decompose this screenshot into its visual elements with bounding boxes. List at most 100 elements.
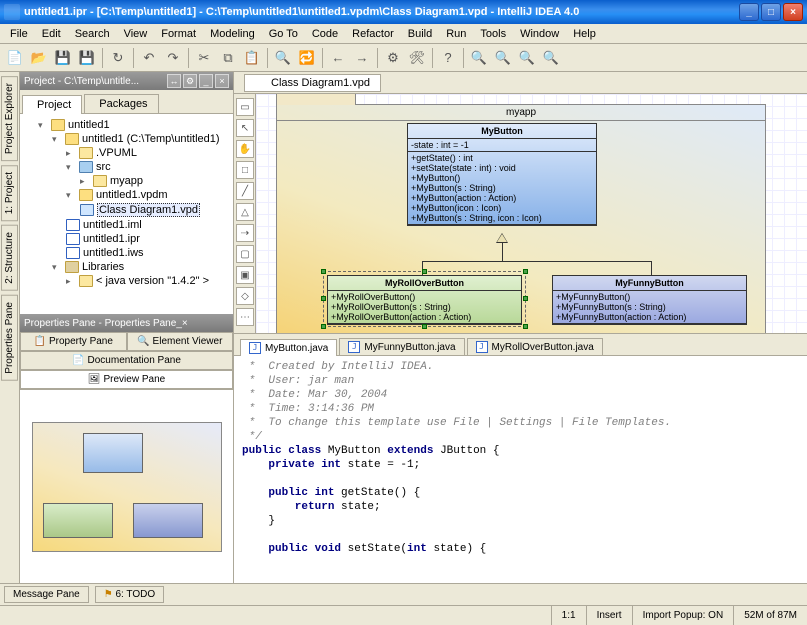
- side-tab-project-explorer[interactable]: Project Explorer: [1, 76, 18, 161]
- menu-run[interactable]: Run: [440, 26, 472, 42]
- folder-icon: [51, 119, 65, 131]
- pane-collapse-icon[interactable]: ↔: [167, 74, 181, 88]
- find-button[interactable]: 🔍: [272, 47, 294, 69]
- menu-window[interactable]: Window: [514, 26, 565, 42]
- tree-vpdm[interactable]: untitled1.vpdm: [66, 188, 229, 202]
- diagram-tab[interactable]: Class Diagram1.vpd: [244, 74, 381, 92]
- project-tree[interactable]: untitled1 untitled1 (C:\Temp\untitled1) …: [20, 114, 233, 314]
- preview-pane[interactable]: [20, 389, 233, 583]
- palette-assoc-icon[interactable]: ╱: [236, 182, 254, 200]
- uml-class-mybutton[interactable]: MyButton -state : int = -1 +getState() :…: [407, 123, 597, 226]
- menu-file[interactable]: File: [4, 26, 34, 42]
- tab-project[interactable]: Project: [22, 95, 82, 114]
- save-button[interactable]: 💾: [52, 47, 74, 69]
- tree-root[interactable]: untitled1: [38, 118, 229, 132]
- attributes: -state : int = -1: [408, 139, 596, 152]
- tree-ipr[interactable]: untitled1.ipr: [66, 232, 229, 246]
- palette-note-icon[interactable]: ▢: [236, 245, 254, 263]
- tree-iws[interactable]: untitled1.iws: [66, 246, 229, 260]
- menu-edit[interactable]: Edit: [36, 26, 67, 42]
- menu-tools[interactable]: Tools: [474, 26, 512, 42]
- menu-refactor[interactable]: Refactor: [346, 26, 400, 42]
- forward-button[interactable]: →: [351, 47, 373, 69]
- editor-tab-mybutton[interactable]: JMyButton.java: [240, 339, 337, 356]
- pane-close-icon[interactable]: ×: [215, 74, 229, 88]
- open-button[interactable]: 📂: [28, 47, 50, 69]
- todo-button[interactable]: ⚑ 6: TODO: [95, 586, 164, 603]
- status-memory[interactable]: 52M of 87M: [733, 606, 807, 625]
- palette-note2-icon[interactable]: ◇: [236, 287, 254, 305]
- project-tabs: Project Packages: [20, 90, 233, 114]
- tree-module[interactable]: untitled1 (C:\Temp\untitled1): [52, 132, 229, 146]
- menu-goto[interactable]: Go To: [263, 26, 304, 42]
- back-button[interactable]: ←: [327, 47, 349, 69]
- code-editor[interactable]: * Created by IntelliJ IDEA. * User: jar …: [234, 356, 807, 583]
- tree-src[interactable]: src: [66, 160, 229, 174]
- menu-code[interactable]: Code: [306, 26, 344, 42]
- editor-tab-myrolloverbutton[interactable]: JMyRollOverButton.java: [467, 338, 603, 355]
- package-icon: [93, 175, 107, 187]
- build-button[interactable]: ⚙: [382, 47, 404, 69]
- undo-button[interactable]: ↶: [138, 47, 160, 69]
- java-file-icon: J: [249, 342, 261, 354]
- editor-tab-myfunnybutton[interactable]: JMyFunnyButton.java: [339, 338, 464, 355]
- tab-preview-pane[interactable]: 🖼Preview Pane: [20, 370, 233, 388]
- message-pane-button[interactable]: Message Pane: [4, 586, 89, 603]
- menu-search[interactable]: Search: [69, 26, 116, 42]
- palette-hand-icon[interactable]: ✋: [236, 140, 254, 158]
- close-button[interactable]: ×: [783, 3, 803, 21]
- new-button[interactable]: 📄: [4, 47, 26, 69]
- menu-modeling[interactable]: Modeling: [204, 26, 261, 42]
- palette-dependency-icon[interactable]: ⇢: [236, 224, 254, 242]
- tab-property-pane[interactable]: 📋Property Pane: [20, 332, 127, 350]
- tab-packages[interactable]: Packages: [84, 94, 158, 113]
- sync-button[interactable]: ↻: [107, 47, 129, 69]
- props-close-icon[interactable]: ×: [182, 318, 188, 329]
- palette-generalization-icon[interactable]: △: [236, 203, 254, 221]
- side-tab-structure[interactable]: 2: Structure: [1, 225, 18, 291]
- tree-diagram[interactable]: Class Diagram1.vpd: [80, 202, 229, 218]
- zoom-in-button[interactable]: 🔍: [468, 47, 490, 69]
- paste-button[interactable]: 📋: [241, 47, 263, 69]
- tree-iml[interactable]: untitled1.iml: [66, 218, 229, 232]
- menu-build[interactable]: Build: [402, 26, 438, 42]
- selection-handles[interactable]: [323, 271, 526, 327]
- help-button[interactable]: ?: [437, 47, 459, 69]
- palette-class-icon[interactable]: □: [236, 161, 254, 179]
- zoom-out-button[interactable]: 🔍: [492, 47, 514, 69]
- palette-pointer-icon[interactable]: ↖: [236, 119, 254, 137]
- diagram-canvas[interactable]: myapp MyButton -state : int = -1 +getSta…: [256, 94, 807, 333]
- minimize-button[interactable]: _: [739, 3, 759, 21]
- menu-view[interactable]: View: [118, 26, 154, 42]
- pane-gear-icon[interactable]: ⚙: [183, 74, 197, 88]
- zoom-fit-button[interactable]: 🔍: [516, 47, 538, 69]
- diagram-icon: [80, 204, 94, 216]
- uml-class-myfunnybutton[interactable]: MyFunnyButton +MyFunnyButton() +MyFunnyB…: [552, 275, 747, 325]
- tree-java[interactable]: < java version "1.4.2" >: [66, 274, 229, 288]
- copy-button[interactable]: ⧉: [217, 47, 239, 69]
- tab-element-viewer[interactable]: 🔍Element Viewer: [127, 332, 234, 350]
- diagram-palette: ▭ ↖ ✋ □ ╱ △ ⇢ ▢ ▣ ◇ ⋯: [234, 94, 256, 333]
- menu-format[interactable]: Format: [155, 26, 202, 42]
- palette-more-icon[interactable]: ⋯: [236, 308, 254, 326]
- tab-documentation-pane[interactable]: 📄Documentation Pane: [20, 351, 233, 369]
- tree-vpuml[interactable]: .VPUML: [66, 146, 229, 160]
- pane-min-icon[interactable]: _: [199, 74, 213, 88]
- cut-button[interactable]: ✂: [193, 47, 215, 69]
- palette-select-icon[interactable]: ▭: [236, 98, 254, 116]
- tree-myapp[interactable]: myapp: [80, 174, 229, 188]
- menu-help[interactable]: Help: [567, 26, 602, 42]
- zoom-reset-button[interactable]: 🔍: [540, 47, 562, 69]
- replace-button[interactable]: 🔁: [296, 47, 318, 69]
- maximize-button[interactable]: □: [761, 3, 781, 21]
- side-tab-project[interactable]: 1: Project: [1, 165, 18, 221]
- palette-package-icon[interactable]: ▣: [236, 266, 254, 284]
- saveall-button[interactable]: 💾: [76, 47, 98, 69]
- side-tab-properties[interactable]: Properties Pane: [1, 295, 18, 381]
- uml-package[interactable]: myapp MyButton -state : int = -1 +getSta…: [276, 104, 766, 333]
- status-caret-pos: 1:1: [551, 606, 586, 625]
- redo-button[interactable]: ↷: [162, 47, 184, 69]
- library-icon: [65, 261, 79, 273]
- settings-button[interactable]: 🛠: [406, 47, 428, 69]
- tree-libraries[interactable]: Libraries: [52, 260, 229, 274]
